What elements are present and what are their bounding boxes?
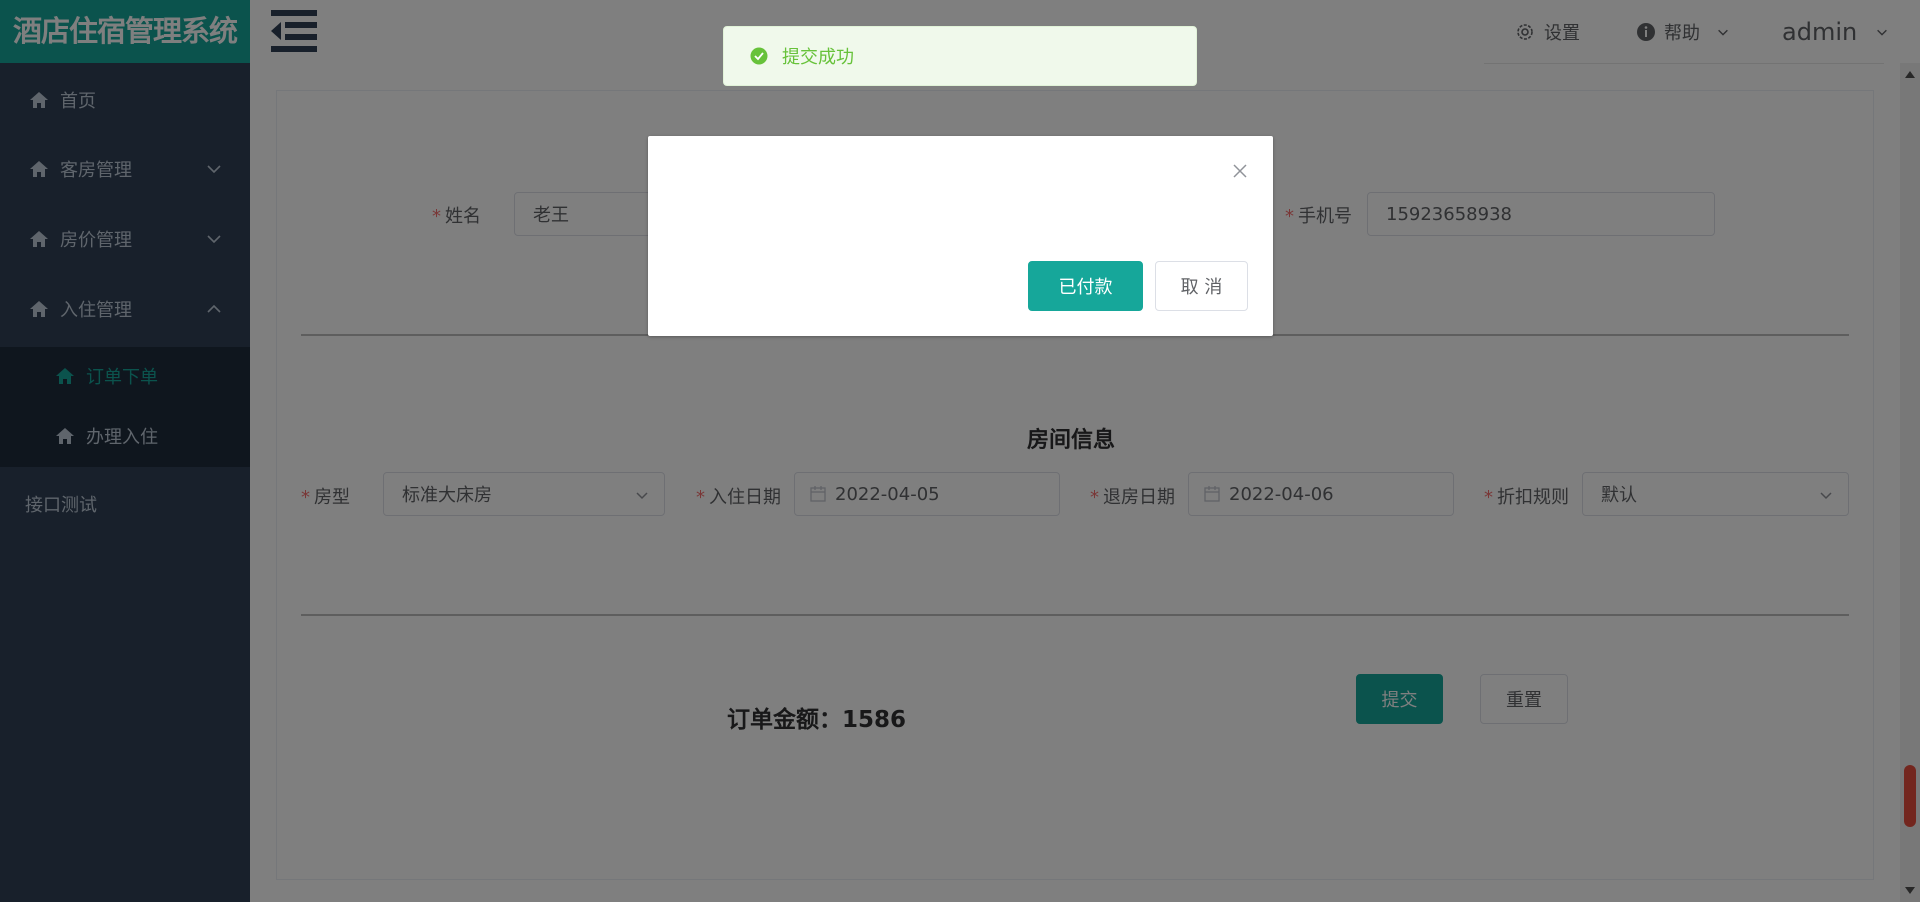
- payment-dialog: 已付款 取 消: [648, 136, 1273, 336]
- paid-button[interactable]: 已付款: [1028, 261, 1143, 311]
- close-icon[interactable]: [1230, 161, 1250, 181]
- cancel-button[interactable]: 取 消: [1155, 261, 1248, 311]
- toast-text: 提交成功: [782, 47, 854, 68]
- check-circle-icon: [750, 47, 768, 65]
- success-toast: 提交成功: [723, 26, 1197, 86]
